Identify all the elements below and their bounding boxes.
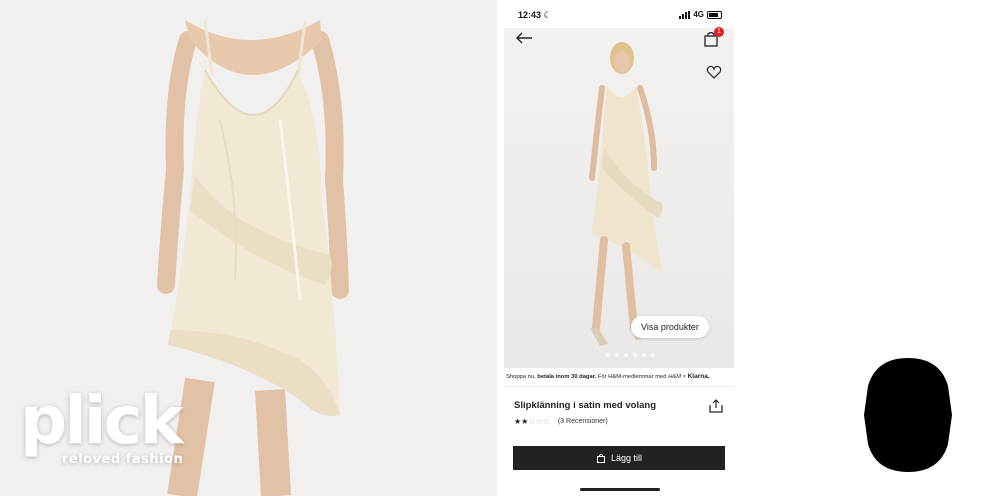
promo-bold: betala inom 30 dagar. [537, 374, 597, 380]
phone-screenshot: 12:43 ☾ 4G 1 Visa produkter Shoppa nu, b… [504, 0, 734, 496]
hm-logo: H&M [668, 374, 681, 380]
promo-separator: × [680, 374, 688, 380]
plick-logo-tagline: reloved fashion [62, 452, 184, 467]
carousel-dot[interactable] [606, 353, 610, 357]
status-bar: 12:43 ☾ 4G [504, 0, 734, 28]
signal-icon [679, 10, 691, 19]
carousel-dot[interactable] [624, 353, 628, 357]
arrow-left-icon [516, 32, 532, 44]
favorite-button[interactable] [706, 64, 722, 80]
carousel-dot[interactable] [651, 353, 655, 357]
product-title: Slipklänning i satin med volang [514, 400, 656, 411]
star-empty-icon: ☆ [542, 417, 550, 426]
product-photo-large: plick reloved fashion [0, 0, 497, 496]
status-time-text: 12:43 [518, 10, 542, 20]
network-label: 4G [693, 10, 704, 19]
cart-count-badge: 1 [714, 27, 724, 37]
star-empty-icon: ☆ [528, 417, 536, 426]
product-image-carousel[interactable]: 1 Visa produkter [504, 27, 734, 368]
carousel-dot[interactable] [633, 353, 637, 357]
promo-suffix: För H&M-medlemmar med [596, 374, 669, 380]
rating-stars: ★★☆☆☆ [514, 417, 550, 426]
home-indicator [580, 488, 660, 491]
share-button[interactable] [708, 398, 724, 414]
product-rating: ★★☆☆☆ (3 Recensioner) [514, 417, 608, 426]
black-shape [864, 358, 952, 472]
status-time: 12:43 ☾ [518, 10, 552, 21]
reviews-link[interactable]: (3 Recensioner) [558, 418, 608, 425]
bag-icon [596, 454, 605, 463]
plick-watermark: plick reloved fashion [20, 382, 184, 468]
carousel-dot[interactable] [615, 353, 619, 357]
star-empty-icon: ☆ [535, 417, 543, 426]
heart-icon [706, 65, 722, 79]
back-button[interactable] [514, 30, 534, 46]
klarna-logo: Klarna. [687, 373, 710, 380]
carousel-dots [606, 353, 655, 357]
divider [504, 386, 734, 387]
add-to-cart-button[interactable]: Lägg till [513, 446, 725, 470]
show-products-button[interactable]: Visa produkter [631, 316, 709, 338]
plick-logo-word: plick [20, 382, 184, 459]
shopping-bag-button[interactable]: 1 [702, 27, 724, 48]
battery-icon [707, 10, 722, 19]
status-indicators: 4G [679, 10, 722, 19]
carousel-dot[interactable] [642, 353, 646, 357]
share-icon [709, 399, 723, 413]
promo-prefix: Shoppa nu, [506, 374, 538, 380]
add-to-cart-label: Lägg till [610, 453, 643, 463]
payment-promo: Shoppa nu, betala inom 30 dagar. För H&M… [504, 373, 734, 380]
moon-icon: ☾ [543, 10, 552, 20]
